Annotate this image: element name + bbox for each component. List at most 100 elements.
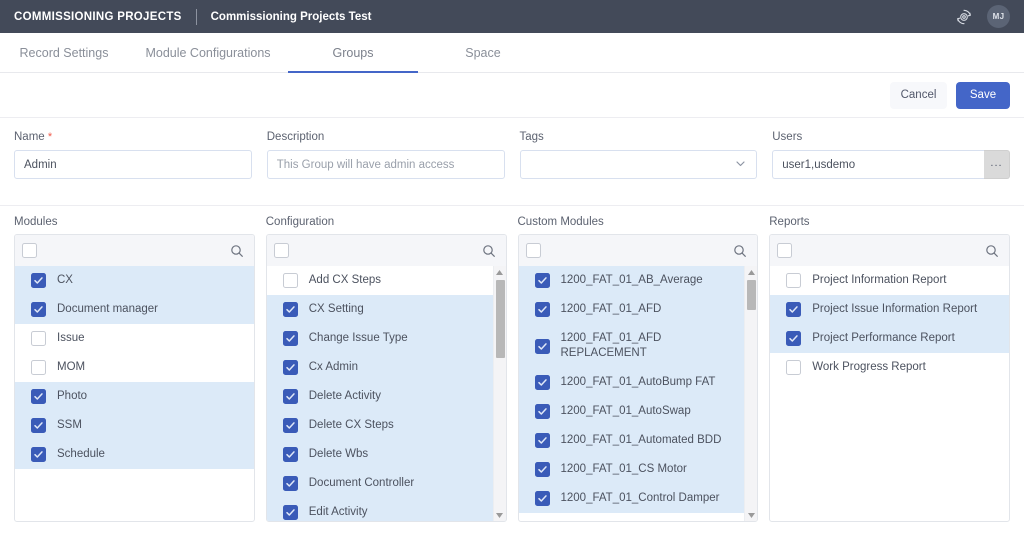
item-checkbox[interactable] <box>282 331 298 346</box>
scrollbar-track[interactable] <box>494 278 506 509</box>
item-checkbox[interactable] <box>786 331 802 346</box>
list-item[interactable]: Schedule <box>15 440 254 469</box>
panel-list[interactable]: Add CX Steps CX Setting Change Issue Typ… <box>266 266 506 521</box>
item-checkbox[interactable] <box>786 360 802 375</box>
item-label: Change Issue Type <box>308 332 408 344</box>
vertical-scrollbar[interactable] <box>492 266 506 521</box>
users-more-button[interactable]: ... <box>984 150 1010 179</box>
item-checkbox[interactable] <box>534 338 550 354</box>
list-item[interactable]: Project Information Report <box>770 266 1009 295</box>
item-checkbox[interactable] <box>31 447 46 462</box>
item-checkbox[interactable] <box>282 447 298 462</box>
panel-list[interactable]: Project Information Report Project Issue… <box>770 266 1009 521</box>
list-item[interactable]: Change Issue Type <box>266 324 506 353</box>
select-all-checkbox[interactable] <box>273 243 289 258</box>
list-item[interactable]: CX Setting <box>266 295 506 324</box>
item-checkbox[interactable] <box>282 302 298 317</box>
search-icon[interactable] <box>229 243 245 259</box>
list-item[interactable]: Document manager <box>15 295 254 324</box>
item-checkbox[interactable] <box>786 273 802 288</box>
item-checkbox[interactable] <box>282 418 298 433</box>
item-checkbox[interactable] <box>534 491 550 506</box>
select-all-checkbox[interactable] <box>22 243 37 258</box>
panel-list[interactable]: 1200_FAT_01_AB_Average 1200_FAT_01_AFD 1… <box>518 266 758 521</box>
item-checkbox[interactable] <box>31 389 46 404</box>
list-item[interactable]: Work Progress Report <box>770 353 1009 382</box>
list-item[interactable]: 1200_FAT_01_AB_Average <box>518 266 758 295</box>
tab-groups[interactable]: Groups <box>288 33 418 73</box>
panel-list[interactable]: CX Document manager Issue MOM Photo SSM … <box>15 266 254 521</box>
list-item[interactable]: Edit Activity <box>266 498 506 521</box>
item-checkbox[interactable] <box>534 404 550 419</box>
list-item[interactable]: Cx Admin <box>266 353 506 382</box>
list-item[interactable]: Delete Activity <box>266 382 506 411</box>
list-inner: 1200_FAT_01_AB_Average 1200_FAT_01_AFD 1… <box>518 266 758 513</box>
item-checkbox[interactable] <box>31 418 46 433</box>
search-icon[interactable] <box>732 243 748 259</box>
sync-gear-icon[interactable] <box>953 6 975 28</box>
item-checkbox[interactable] <box>282 389 298 404</box>
scroll-up-arrow-icon[interactable] <box>494 266 506 278</box>
item-checkbox[interactable] <box>282 273 298 288</box>
item-checkbox[interactable] <box>786 302 802 317</box>
scrollbar-track[interactable] <box>745 278 757 509</box>
list-item[interactable]: Photo <box>15 382 254 411</box>
tab-module-configurations[interactable]: Module Configurations <box>128 33 288 72</box>
select-all-checkbox[interactable] <box>777 243 793 258</box>
tags-select[interactable] <box>519 150 758 179</box>
list-item[interactable]: Delete Wbs <box>266 440 506 469</box>
list-item[interactable]: Issue <box>15 324 254 353</box>
list-item[interactable]: 1200_FAT_01_CS Motor <box>518 455 758 484</box>
search-input[interactable] <box>792 235 984 266</box>
list-item[interactable]: 1200_FAT_01_Control Damper <box>518 484 758 513</box>
tab-record-settings[interactable]: Record Settings <box>0 33 128 72</box>
list-item[interactable]: 1200_FAT_01_AutoBump FAT <box>518 368 758 397</box>
scroll-down-arrow-icon[interactable] <box>745 509 757 521</box>
list-item[interactable]: SSM <box>15 411 254 440</box>
item-checkbox[interactable] <box>282 505 298 520</box>
search-input[interactable] <box>541 235 733 266</box>
list-item[interactable]: Document Controller <box>266 469 506 498</box>
list-item[interactable]: Project Performance Report <box>770 324 1009 353</box>
item-checkbox[interactable] <box>534 375 550 390</box>
item-checkbox[interactable] <box>31 360 46 375</box>
item-checkbox[interactable] <box>534 273 550 288</box>
search-icon[interactable] <box>481 243 497 259</box>
list-item[interactable]: 1200_FAT_01_AFD <box>518 295 758 324</box>
item-checkbox[interactable] <box>534 433 550 448</box>
item-checkbox[interactable] <box>534 302 550 317</box>
list-item[interactable]: MOM <box>15 353 254 382</box>
list-item[interactable]: 1200_FAT_01_AutoSwap <box>518 397 758 426</box>
save-button[interactable]: Save <box>956 81 1010 109</box>
scroll-up-arrow-icon[interactable] <box>745 266 757 278</box>
list-item[interactable]: Delete CX Steps <box>266 411 506 440</box>
action-bar: Cancel Save <box>0 73 1024 118</box>
cancel-button[interactable]: Cancel <box>890 81 947 109</box>
scrollbar-thumb[interactable] <box>495 280 505 358</box>
list-item[interactable]: Add CX Steps <box>267 266 506 295</box>
item-checkbox[interactable] <box>534 462 550 477</box>
list-item[interactable]: 1200_FAT_01_AFD REPLACEMENT <box>518 324 758 368</box>
name-input[interactable]: Admin <box>14 150 252 179</box>
list-item[interactable]: Project Issue Information Report <box>770 295 1009 324</box>
select-all-checkbox[interactable] <box>525 243 541 258</box>
item-checkbox[interactable] <box>31 302 46 317</box>
tab-space[interactable]: Space <box>418 33 548 72</box>
search-input[interactable] <box>289 235 481 266</box>
scrollbar-thumb[interactable] <box>747 280 757 310</box>
avatar[interactable]: MJ <box>987 5 1010 28</box>
item-checkbox[interactable] <box>282 476 298 491</box>
users-input[interactable]: user1,usdemo <box>772 150 984 179</box>
search-input[interactable] <box>37 235 229 266</box>
item-label: Add CX Steps <box>308 274 381 286</box>
item-checkbox[interactable] <box>282 360 298 375</box>
scroll-down-arrow-icon[interactable] <box>494 509 506 521</box>
tab-label: Module Configurations <box>145 45 271 60</box>
item-checkbox[interactable] <box>31 273 46 288</box>
search-icon[interactable] <box>984 243 1000 259</box>
list-item[interactable]: 1200_FAT_01_Automated BDD <box>518 426 758 455</box>
list-item[interactable]: CX <box>15 266 254 295</box>
vertical-scrollbar[interactable] <box>744 266 758 521</box>
description-input[interactable]: This Group will have admin access <box>266 150 505 179</box>
item-checkbox[interactable] <box>31 331 46 346</box>
